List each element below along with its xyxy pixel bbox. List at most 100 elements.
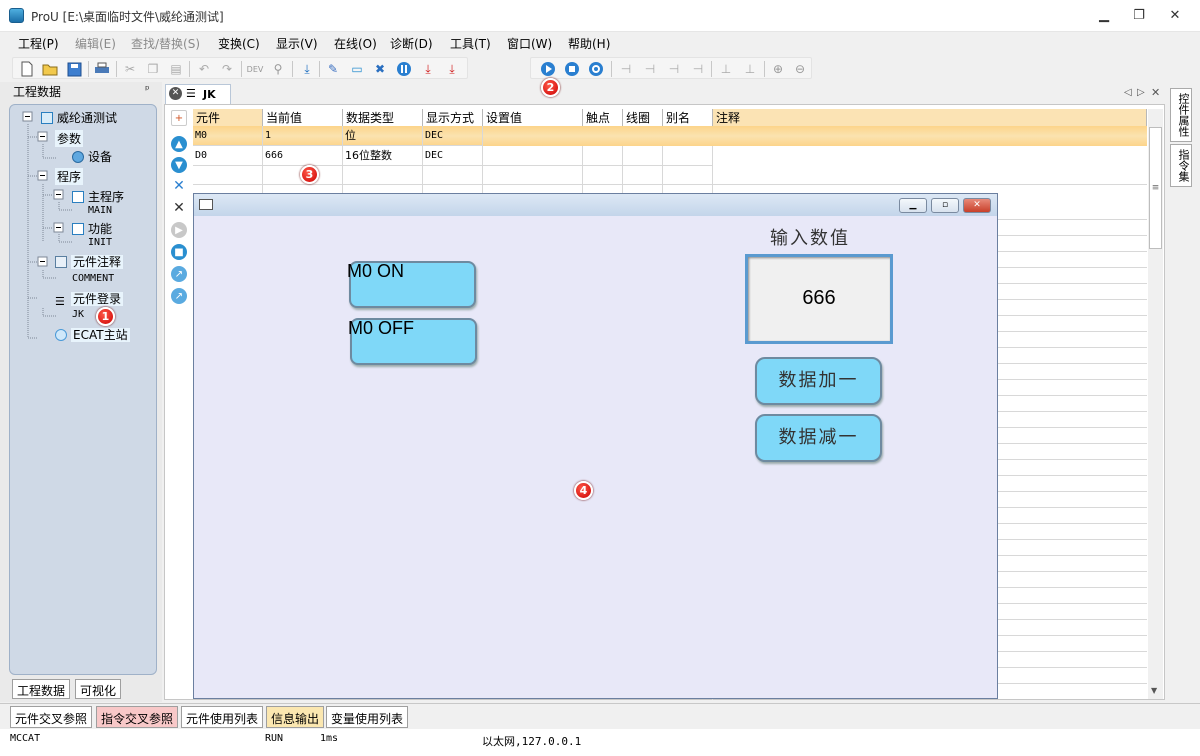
- connect-icon[interactable]: ✖: [371, 60, 389, 78]
- delete-all-icon[interactable]: ✕: [171, 200, 187, 216]
- ladder-coil2-icon[interactable]: ⊣: [689, 60, 707, 78]
- device-search-icon[interactable]: DEV: [246, 60, 264, 78]
- table-row[interactable]: D0 666 16位整数 DEC: [193, 146, 1147, 166]
- restore-button[interactable]: ❐: [1124, 6, 1154, 26]
- ladder-line-icon[interactable]: ⊥: [717, 60, 735, 78]
- find-icon[interactable]: ⚲: [269, 60, 287, 78]
- open-folder-icon[interactable]: [41, 60, 59, 78]
- move-up-icon[interactable]: ▲: [171, 136, 187, 152]
- tree-main[interactable]: MAIN: [88, 205, 112, 216]
- zoom-in-icon[interactable]: ⊕: [769, 60, 787, 78]
- tree-register-group[interactable]: ☰ 元件登录: [55, 290, 124, 308]
- reset-icon[interactable]: [587, 60, 605, 78]
- cell-display[interactable]: DEC: [423, 146, 483, 166]
- tree-function[interactable]: 功能: [72, 220, 112, 237]
- write-plc-icon[interactable]: ⤓: [419, 60, 437, 78]
- cell-coil[interactable]: [623, 146, 663, 166]
- tab-info-output[interactable]: 信息输出: [266, 706, 325, 728]
- menu-project[interactable]: 工程(P): [18, 35, 59, 52]
- table-row-selected[interactable]: M0 1 位 DEC: [193, 126, 1147, 146]
- close-button[interactable]: ✕: [1160, 6, 1190, 26]
- pause-icon[interactable]: [395, 60, 413, 78]
- minimize-button[interactable]: ▁: [1089, 6, 1119, 26]
- run-icon[interactable]: [539, 60, 557, 78]
- monitor-icon[interactable]: ▭: [348, 60, 366, 78]
- col-header-current-value[interactable]: 当前值: [263, 109, 343, 126]
- numeric-input[interactable]: 666: [745, 254, 893, 344]
- read-plc-icon[interactable]: ⤓: [443, 60, 461, 78]
- ladder-contact-icon[interactable]: ⊣: [617, 60, 635, 78]
- menu-diagnose[interactable]: 诊断(D): [390, 35, 433, 52]
- tab-element-usage-list[interactable]: 元件使用列表: [181, 706, 264, 728]
- copy-icon[interactable]: ❐: [144, 60, 162, 78]
- col-header-set-value[interactable]: 设置值: [483, 109, 583, 126]
- col-header-coil[interactable]: 线圈: [623, 109, 663, 126]
- col-header-element[interactable]: 元件: [193, 109, 263, 126]
- vertical-scrollbar[interactable]: ≡ ▼: [1148, 109, 1163, 699]
- download-icon[interactable]: ⤓: [298, 60, 316, 78]
- tab-visualization[interactable]: 可视化: [75, 679, 122, 699]
- cell-element[interactable]: M0: [193, 126, 263, 146]
- tree-init[interactable]: INIT: [88, 237, 112, 248]
- tree-comment-group[interactable]: 元件注释: [55, 253, 124, 270]
- add-row-icon[interactable]: +: [171, 110, 187, 126]
- scroll-down-icon[interactable]: ▼: [1151, 686, 1157, 695]
- print-icon[interactable]: [93, 60, 111, 78]
- tree-jk[interactable]: JK: [72, 309, 84, 320]
- hmi-close-button[interactable]: ✕: [963, 198, 991, 213]
- col-header-alias[interactable]: 别名: [663, 109, 713, 126]
- tree-root[interactable]: 威纶通测试: [41, 109, 117, 126]
- col-header-comment[interactable]: 注释: [713, 109, 1147, 126]
- tab-project-data[interactable]: 工程数据: [12, 679, 71, 699]
- pin-icon[interactable]: ᵖ: [145, 83, 150, 96]
- m0-on-button[interactable]: M0 ON: [347, 261, 476, 308]
- stop-icon[interactable]: [563, 60, 581, 78]
- move-down-icon[interactable]: ▼: [171, 157, 187, 173]
- cell-alias[interactable]: [663, 146, 713, 166]
- col-header-data-type[interactable]: 数据类型: [343, 109, 423, 126]
- compile-icon[interactable]: ✎: [324, 60, 342, 78]
- undo-icon[interactable]: ↶: [195, 60, 213, 78]
- cell-data-type[interactable]: 位: [343, 126, 423, 146]
- hmi-minimize-button[interactable]: ▁: [899, 198, 927, 213]
- cell-contact[interactable]: [583, 146, 623, 166]
- play-disabled-icon[interactable]: ▶: [171, 222, 187, 238]
- tree-main-program[interactable]: 主程序: [72, 188, 124, 205]
- close-tab-icon[interactable]: ✕: [169, 87, 182, 100]
- ladder-coil-icon[interactable]: ⊣: [665, 60, 683, 78]
- ladder-contact2-icon[interactable]: ⊣: [641, 60, 659, 78]
- paste-icon[interactable]: ▤: [167, 60, 185, 78]
- tab-prev-icon[interactable]: ◁: [1124, 87, 1132, 98]
- menu-tools[interactable]: 工具(T): [450, 35, 491, 52]
- tree-program[interactable]: 程序: [55, 168, 84, 185]
- menu-convert[interactable]: 变换(C): [218, 35, 260, 52]
- tree-device[interactable]: 设备: [72, 148, 112, 165]
- cell-display[interactable]: DEC: [423, 126, 483, 146]
- menu-online[interactable]: 在线(O): [334, 35, 377, 52]
- tree-ecat[interactable]: ECAT主站: [55, 326, 130, 343]
- menu-window[interactable]: 窗口(W): [507, 35, 552, 52]
- menu-view[interactable]: 显示(V): [276, 35, 318, 52]
- m0-off-button[interactable]: M0 OFF: [348, 318, 477, 365]
- new-file-icon[interactable]: [18, 60, 36, 78]
- tab-instruction-cross-ref[interactable]: 指令交叉参照: [96, 706, 179, 728]
- cell-current-value[interactable]: 666: [263, 146, 343, 166]
- delete-icon[interactable]: ✕: [171, 178, 187, 194]
- stop-monitor-icon[interactable]: ■: [171, 244, 187, 260]
- cell-data-type[interactable]: 16位整数: [343, 146, 423, 166]
- tab-jk[interactable]: ✕ ☰ JK: [165, 84, 231, 105]
- tab-next-icon[interactable]: ▷: [1137, 87, 1145, 98]
- redo-icon[interactable]: ↷: [218, 60, 236, 78]
- save-icon[interactable]: [65, 60, 83, 78]
- import-icon[interactable]: ↗: [171, 266, 187, 282]
- tab-control-properties[interactable]: 控件属性: [1170, 88, 1192, 142]
- cell-element[interactable]: D0: [193, 146, 263, 166]
- tab-element-cross-ref[interactable]: 元件交叉参照: [10, 706, 93, 728]
- ladder-line2-icon[interactable]: ⊥: [741, 60, 759, 78]
- zoom-out-icon[interactable]: ⊖: [791, 60, 809, 78]
- menu-help[interactable]: 帮助(H): [568, 35, 610, 52]
- col-header-display[interactable]: 显示方式: [423, 109, 483, 126]
- tree-params[interactable]: 参数: [55, 130, 84, 147]
- cell-set-value[interactable]: [483, 146, 583, 166]
- decrement-button[interactable]: 数据减一: [755, 414, 882, 462]
